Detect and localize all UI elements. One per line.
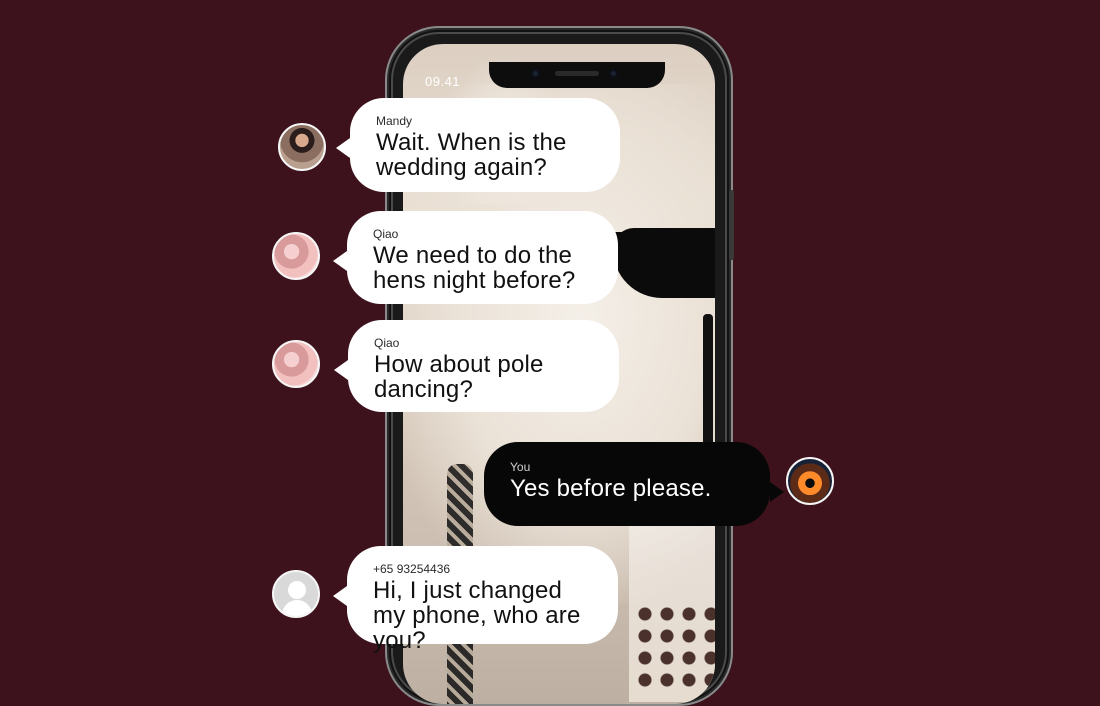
default-avatar-body-icon [282, 600, 312, 616]
message-sender: Mandy [376, 114, 413, 128]
message-sender: You [510, 460, 531, 474]
avatar-unknown[interactable] [272, 570, 320, 618]
phone-side-button [729, 190, 734, 260]
message-text: Yes before please. [510, 475, 712, 502]
message-bubble-mandy[interactable]: Mandy Wait. When is the wedding again? [336, 98, 620, 192]
message-sender: Qiao [373, 227, 399, 241]
message-bubble-qiao-2[interactable]: Qiao How about pole dancing? [334, 320, 619, 412]
message-text: We need to do the hens night before? [373, 242, 576, 294]
front-sensor-icon [609, 69, 618, 78]
message-text: Hi, I just changed my phone, who are you… [373, 577, 581, 654]
message-sender: +65 93254436 [373, 562, 451, 576]
message-bubble-qiao-1[interactable]: Qiao We need to do the hens night before… [333, 211, 618, 304]
earpiece-speaker [555, 71, 599, 76]
avatar-qiao[interactable] [272, 232, 320, 280]
avatar-qiao[interactable] [272, 340, 320, 388]
message-bubble-you[interactable]: You Yes before please. [484, 442, 784, 526]
front-camera-icon [531, 69, 540, 78]
default-avatar-head-icon [288, 581, 306, 599]
message-text: How about pole dancing? [374, 351, 544, 403]
message-bubble-unknown-number[interactable]: +65 93254436 Hi, I just changed my phone… [333, 546, 618, 653]
wallpaper-boba [635, 604, 715, 694]
message-text: Wait. When is the wedding again? [376, 129, 567, 181]
phone-notch [489, 62, 665, 88]
avatar-mandy[interactable] [278, 123, 326, 171]
sunglasses-right-lens [613, 228, 715, 298]
message-sender: Qiao [374, 336, 400, 350]
status-bar-time: 09.41 [425, 74, 461, 89]
avatar-you[interactable] [786, 457, 834, 505]
